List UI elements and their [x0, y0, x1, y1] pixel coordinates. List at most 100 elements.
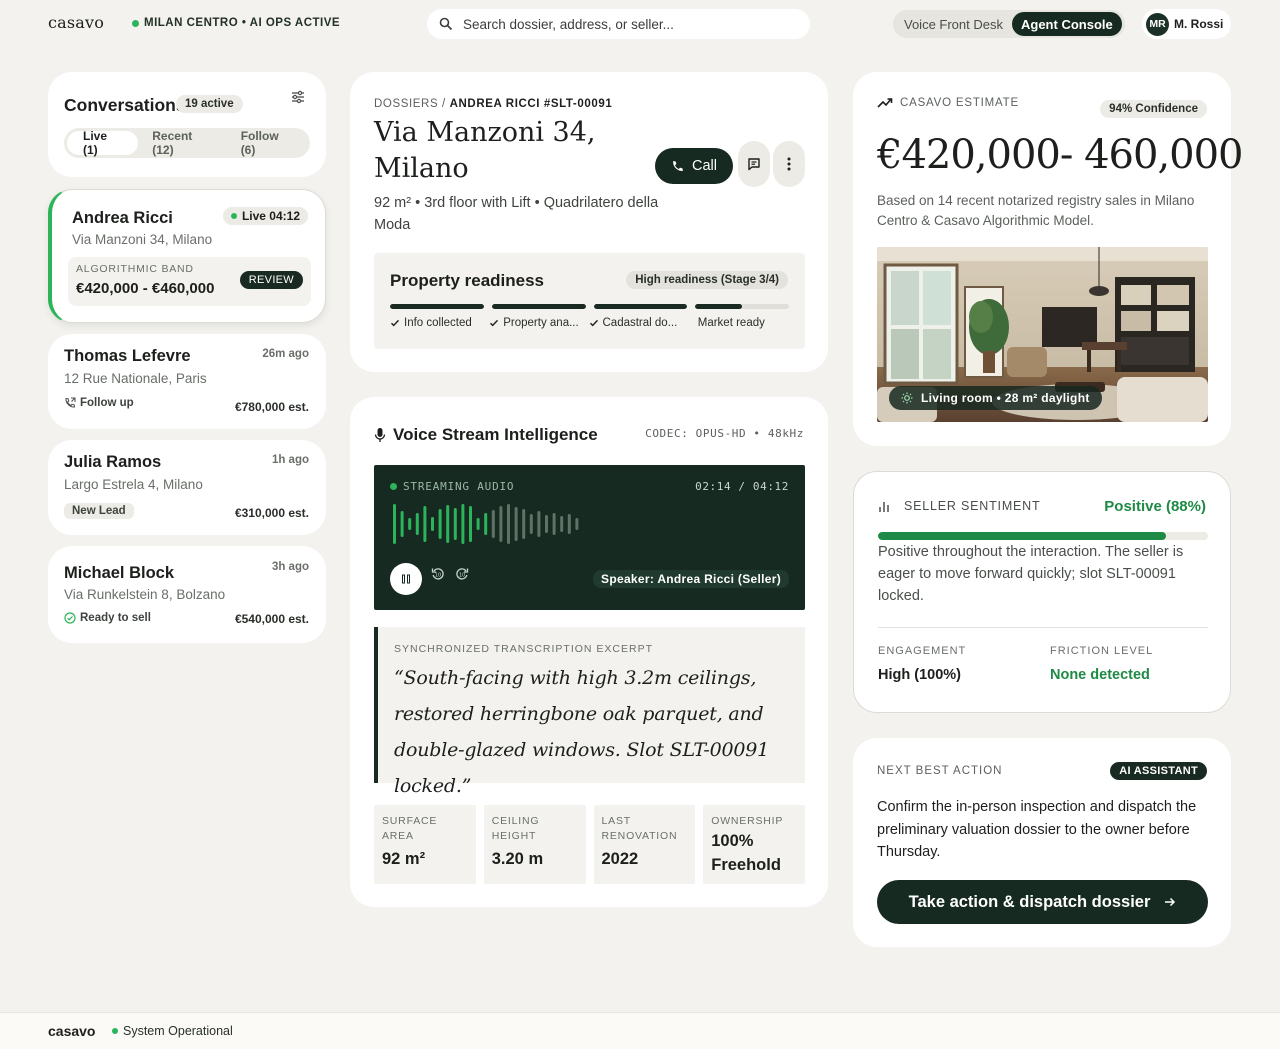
- property-dossier-card: DOSSIERS / ANDREA RICCI #SLT-00091 Via M…: [350, 72, 828, 372]
- excerpt-label: SYNCHRONIZED TRANSCRIPTION EXCERPT: [394, 643, 653, 655]
- waveform-bar: [567, 514, 571, 534]
- bar-chart-icon: [878, 499, 892, 513]
- system-status-dot: [112, 1028, 118, 1034]
- microphone-icon: [374, 427, 386, 443]
- stat-value: 2022: [601, 850, 639, 868]
- waveform-bar: [484, 513, 488, 535]
- sentiment-label-row: SELLER SENTIMENT: [878, 499, 1040, 513]
- live-badge: Live 04:12: [222, 207, 308, 225]
- mode-voice-front-desk[interactable]: Voice Front Desk: [895, 12, 1012, 36]
- engagement-metric: ENGAGEMENT High (100%): [878, 645, 966, 683]
- logo[interactable]: casavo: [48, 13, 104, 32]
- check-icon: [390, 318, 400, 328]
- price-estimate: €780,000 est.: [234, 400, 309, 414]
- message-button[interactable]: [738, 141, 770, 187]
- contact-name: Andrea Ricci: [72, 209, 173, 227]
- next-action-description: Confirm the in-person inspection and dis…: [877, 799, 1197, 860]
- conversation-card-active[interactable]: Andrea Ricci Via Manzoni 34, Milano Live…: [48, 189, 326, 323]
- stat-value: 3.20 m: [491, 850, 544, 868]
- algorithmic-band: ALGORITHMIC BAND €420,000 - €460,000 REV…: [68, 257, 311, 306]
- readiness-steps: Info collected Property ana... Cadastral d…: [390, 317, 789, 329]
- arrow-right-icon: [1164, 896, 1176, 908]
- rewind-button[interactable]: 10: [431, 567, 445, 581]
- mode-agent-console[interactable]: Agent Console: [1012, 12, 1122, 36]
- user-menu[interactable]: MR M. Rossi: [1142, 9, 1231, 39]
- waveform-bar: [453, 508, 457, 540]
- voice-title: Voice Stream Intelligence: [393, 425, 598, 444]
- readiness-title: Property readiness: [390, 271, 545, 290]
- property-readiness: Property readiness High readiness (Stage…: [374, 253, 805, 349]
- confidence-badge: 94% Confidence: [1100, 100, 1207, 118]
- filter-icon[interactable]: [291, 90, 305, 104]
- contact-address: Via Runkelstein 8, Bolzano: [64, 587, 226, 602]
- divider: [878, 627, 1208, 628]
- svg-text:10: 10: [435, 573, 441, 579]
- conversation-card[interactable]: Julia Ramos Largo Estrela 4, Milano 1h a…: [48, 440, 326, 535]
- waveform-bar: [575, 518, 579, 530]
- streaming-dot: [390, 483, 397, 490]
- engagement-value: High (100%): [878, 667, 961, 683]
- pause-button[interactable]: [390, 563, 422, 595]
- mode-switch: Voice Front Desk Agent Console: [893, 10, 1125, 38]
- friction-value: None detected: [1050, 667, 1150, 683]
- sentiment-value: Positive (88%): [1104, 498, 1206, 515]
- review-badge[interactable]: REVIEW: [239, 271, 303, 289]
- next-action-label: NEXT BEST ACTION: [877, 765, 1003, 777]
- waveform-bar: [431, 517, 434, 531]
- new-lead-badge: New Lead: [64, 503, 134, 519]
- tab-recent[interactable]: Recent (12): [138, 129, 226, 157]
- status-dot: [132, 19, 139, 27]
- tag-label: Ready to sell: [80, 612, 151, 624]
- more-options-button[interactable]: [773, 141, 805, 187]
- conversation-card[interactable]: Michael Block Via Runkelstein 8, Bolzano…: [48, 546, 326, 643]
- search-bar[interactable]: Search dossier, address, or seller...: [427, 9, 810, 39]
- svg-text:10: 10: [459, 573, 465, 579]
- estimate-value: €420,000- 460,000: [877, 132, 1243, 178]
- check-icon: [589, 318, 599, 328]
- breadcrumb-current: ANDREA RICCI #SLT-00091: [449, 98, 613, 110]
- dispatch-dossier-button[interactable]: Take action & dispatch dossier: [877, 880, 1208, 924]
- tab-live[interactable]: Live (1): [67, 129, 139, 157]
- top-bar: casavo MILAN CENTRO • AI OPS ACTIVE Sear…: [0, 0, 1280, 48]
- price-estimate: €540,000 est.: [234, 612, 309, 626]
- readiness-bar-fill: [390, 304, 484, 309]
- waveform-bar: [476, 518, 480, 530]
- pause-icon: [401, 574, 411, 584]
- forward-button[interactable]: 10: [455, 567, 469, 581]
- property-stats: SURFACE AREA 92 m² CEILING HEIGHT 3.20 m…: [374, 805, 805, 884]
- tab-follow[interactable]: Follow (6): [227, 129, 307, 157]
- codec-info: CODEC: OPUS-HD • 48kHz: [645, 427, 804, 440]
- contact-name: Julia Ramos: [64, 453, 162, 471]
- waveform-bar: [446, 505, 450, 543]
- readiness-step: Cadastral do...: [589, 317, 680, 329]
- stat-label: CEILING HEIGHT: [491, 815, 540, 842]
- forward-icon: 10: [455, 567, 469, 581]
- waveform-bar: [491, 510, 495, 538]
- property-photo[interactable]: Living room • 28 m² daylight: [877, 247, 1208, 422]
- estimate-description: Based on 14 recent notarized registry sa…: [877, 193, 1195, 228]
- stat-surface-area: SURFACE AREA 92 m²: [374, 805, 476, 884]
- waveform-bar: [408, 518, 412, 530]
- tag-label: Follow up: [80, 397, 134, 409]
- breadcrumb-root[interactable]: DOSSIERS /: [374, 98, 446, 110]
- call-button[interactable]: Call: [655, 148, 733, 184]
- breadcrumb: DOSSIERS / ANDREA RICCI #SLT-00091: [374, 98, 612, 110]
- trending-up-icon: [877, 97, 893, 109]
- sentiment-label: SELLER SENTIMENT: [904, 499, 1041, 513]
- check-icon: [489, 318, 499, 328]
- band-value: €420,000 - €460,000: [76, 280, 215, 297]
- transcription-excerpt: SYNCHRONIZED TRANSCRIPTION EXCERPT “Sout…: [374, 627, 805, 797]
- audio-waveform[interactable]: [393, 502, 593, 546]
- readiness-step-label: Cadastral do...: [602, 317, 678, 329]
- price-estimate: €310,000 est.: [234, 506, 309, 520]
- conversation-tag: Follow up: [64, 397, 134, 409]
- more-vertical-icon: [787, 157, 791, 171]
- readiness-progress: [390, 304, 789, 309]
- contact-name: Thomas Lefevre: [64, 347, 191, 365]
- stat-ceiling-height: CEILING HEIGHT 3.20 m: [483, 805, 586, 884]
- search-input[interactable]: Search dossier, address, or seller...: [463, 17, 674, 32]
- conversation-card[interactable]: Thomas Lefevre 12 Rue Nationale, Paris 2…: [48, 334, 326, 429]
- readiness-step-label: Info collected: [404, 317, 472, 329]
- conversations-panel: Conversations 19 active Live (1) Recent …: [48, 72, 326, 177]
- conversation-tabs: Live (1) Recent (12) Follow (6): [64, 128, 310, 158]
